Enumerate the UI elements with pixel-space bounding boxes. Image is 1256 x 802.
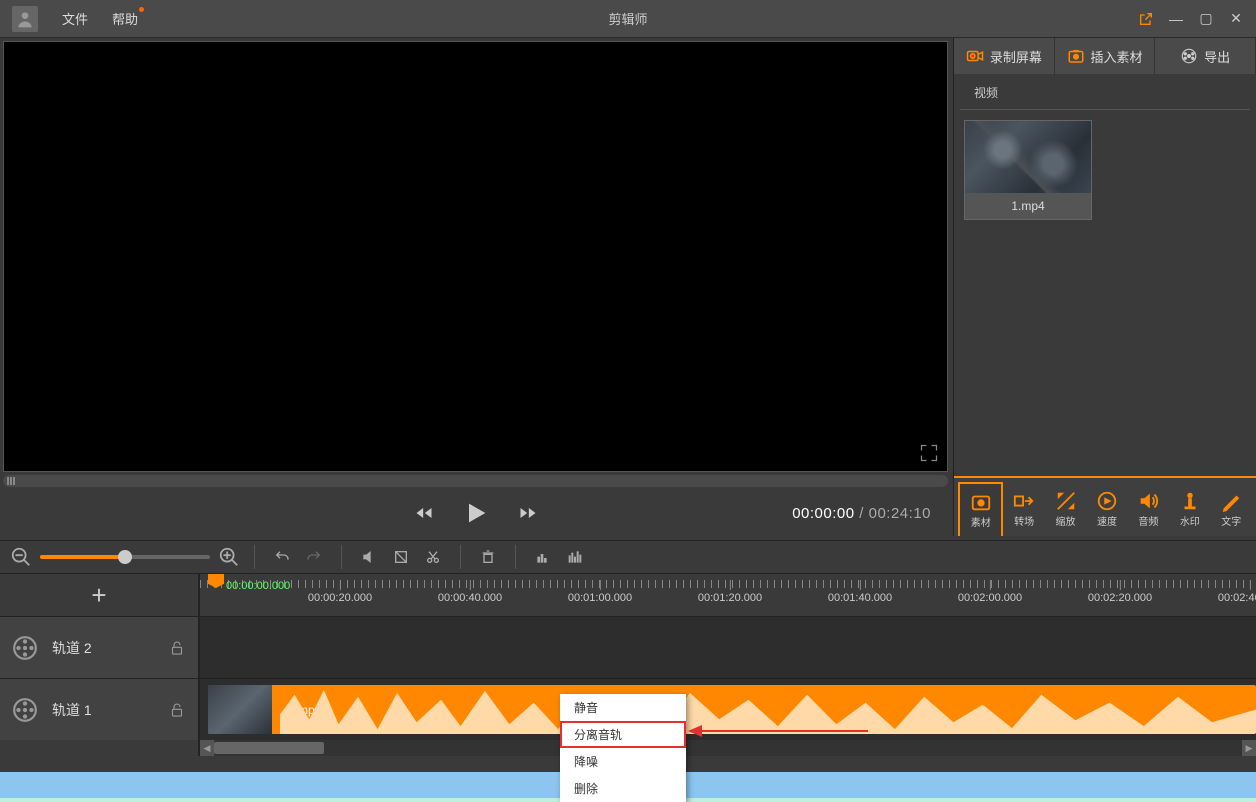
levels-button[interactable] xyxy=(530,544,556,570)
fullscreen-icon[interactable] xyxy=(919,443,939,463)
avatar[interactable] xyxy=(12,6,38,32)
track-name: 轨道 1 xyxy=(52,700,154,720)
redo-button[interactable] xyxy=(301,544,327,570)
tool-zoom[interactable]: 缩放 xyxy=(1045,482,1086,536)
tool-audio[interactable]: 音频 xyxy=(1128,482,1169,536)
main-area: 00:00:00 / 00:24:10 录制屏幕 插入素材 导出 xyxy=(0,38,1256,536)
preview-scrubber[interactable] xyxy=(3,475,948,487)
clip-thumbnail xyxy=(208,685,272,734)
add-track-button[interactable]: + xyxy=(0,574,200,616)
forward-button[interactable] xyxy=(510,495,546,531)
tick-wrap: 00:00:20.000 00:00:40.000 00:01:00.000 0… xyxy=(200,574,1256,616)
timecode: 00:00:00 / 00:24:10 xyxy=(792,505,931,522)
scroll-left-button[interactable]: ◀ xyxy=(200,740,214,756)
reel-icon xyxy=(12,697,38,723)
context-menu: 静音 分离音轨 降噪 删除 xyxy=(560,694,686,802)
side-panel: 录制屏幕 插入素材 导出 视频 1.mp4 素材 xyxy=(953,38,1256,536)
timecode-total: / 00:24:10 xyxy=(859,505,931,522)
ruler-tick: 00:00:20.000 xyxy=(308,592,372,604)
ruler-row: + 00:00:00.000 00:00:20.000 00:00:40.000… xyxy=(0,574,1256,616)
track-header[interactable]: 轨道 1 xyxy=(0,679,200,740)
timeline-ruler[interactable]: 00:00:00.000 00:00:20.000 00:00:40.000 0… xyxy=(200,574,1256,616)
h-scrollbar-thumb[interactable] xyxy=(214,742,324,754)
scroll-right-button[interactable]: ▶ xyxy=(1242,740,1256,756)
timeline-toolbar xyxy=(0,540,1256,574)
cut-button[interactable] xyxy=(420,544,446,570)
ruler-tick: 00:02:40.000 xyxy=(1218,592,1256,604)
context-item-denoise[interactable]: 降噪 xyxy=(560,748,686,775)
titlebar: 文件 帮助 剪辑师 — ▢ ✕ xyxy=(0,0,1256,38)
tab-export[interactable]: 导出 xyxy=(1155,38,1256,74)
tool-watermark[interactable]: 水印 xyxy=(1169,482,1210,536)
undo-button[interactable] xyxy=(269,544,295,570)
annotation-arrow xyxy=(688,721,868,746)
side-tool-tabs: 素材 转场 缩放 速度 音频 水印 文字 xyxy=(954,476,1256,536)
tab-record-screen[interactable]: 录制屏幕 xyxy=(954,38,1055,74)
tool-media[interactable]: 素材 xyxy=(958,482,1003,536)
zoom-group xyxy=(10,546,240,568)
play-controls: 00:00:00 / 00:24:10 xyxy=(0,490,951,536)
tab-insert-media[interactable]: 插入素材 xyxy=(1055,38,1156,74)
delete-button[interactable] xyxy=(475,544,501,570)
tab-export-label: 导出 xyxy=(1204,47,1230,66)
menu-file[interactable]: 文件 xyxy=(50,9,100,28)
ruler-tick: 00:00:40.000 xyxy=(438,592,502,604)
ruler-tick: 00:02:00.000 xyxy=(958,592,1022,604)
zoom-in-button[interactable] xyxy=(218,546,240,568)
popout-button[interactable] xyxy=(1132,5,1160,33)
menu-help[interactable]: 帮助 xyxy=(100,9,150,28)
tool-transition[interactable]: 转场 xyxy=(1003,482,1044,536)
preview-area: 00:00:00 / 00:24:10 xyxy=(0,38,953,536)
ruler-tick: 00:02:20.000 xyxy=(1088,592,1152,604)
video-canvas[interactable] xyxy=(3,41,948,472)
side-tabs: 录制屏幕 插入素材 导出 xyxy=(954,38,1256,74)
context-item-separate-audio[interactable]: 分离音轨 xyxy=(560,721,686,748)
close-button[interactable]: ✕ xyxy=(1222,5,1250,33)
ruler-tick: 00:01:20.000 xyxy=(698,592,762,604)
zoom-slider[interactable] xyxy=(40,555,210,559)
notification-dot xyxy=(139,7,144,12)
track-body[interactable] xyxy=(200,617,1256,678)
media-item-name: 1.mp4 xyxy=(965,193,1091,219)
zoom-out-button[interactable] xyxy=(10,546,32,568)
track-name: 轨道 2 xyxy=(52,638,154,658)
app-title: 剪辑师 xyxy=(608,9,647,28)
media-grid: 1.mp4 xyxy=(954,110,1256,476)
reel-icon xyxy=(12,635,38,661)
app-window: 文件 帮助 剪辑师 — ▢ ✕ xyxy=(0,0,1256,772)
lock-icon[interactable] xyxy=(168,701,186,719)
mute-button[interactable] xyxy=(356,544,382,570)
marker-button[interactable] xyxy=(388,544,414,570)
track-row: 轨道 2 xyxy=(0,616,1256,678)
scrubber-grip xyxy=(7,477,21,485)
play-button[interactable] xyxy=(458,495,494,531)
tool-speed[interactable]: 速度 xyxy=(1086,482,1127,536)
minimize-button[interactable]: — xyxy=(1162,5,1190,33)
track-header[interactable]: 轨道 2 xyxy=(0,617,200,678)
tab-insert-label: 插入素材 xyxy=(1091,47,1143,66)
equalizer-button[interactable] xyxy=(562,544,588,570)
media-item[interactable]: 1.mp4 xyxy=(964,120,1092,220)
rewind-button[interactable] xyxy=(406,495,442,531)
ruler-tick: 00:01:40.000 xyxy=(828,592,892,604)
ruler-tick: 00:01:00.000 xyxy=(568,592,632,604)
maximize-button[interactable]: ▢ xyxy=(1192,5,1220,33)
section-video-label: 视频 xyxy=(960,74,1250,110)
timecode-current: 00:00:00 xyxy=(792,505,854,522)
media-thumbnail xyxy=(965,121,1091,193)
lock-icon[interactable] xyxy=(168,639,186,657)
menu-help-label: 帮助 xyxy=(112,12,138,27)
tool-text[interactable]: 文字 xyxy=(1211,482,1252,536)
window-controls: — ▢ ✕ xyxy=(1132,5,1250,33)
tab-record-label: 录制屏幕 xyxy=(990,47,1042,66)
context-item-mute[interactable]: 静音 xyxy=(560,694,686,721)
